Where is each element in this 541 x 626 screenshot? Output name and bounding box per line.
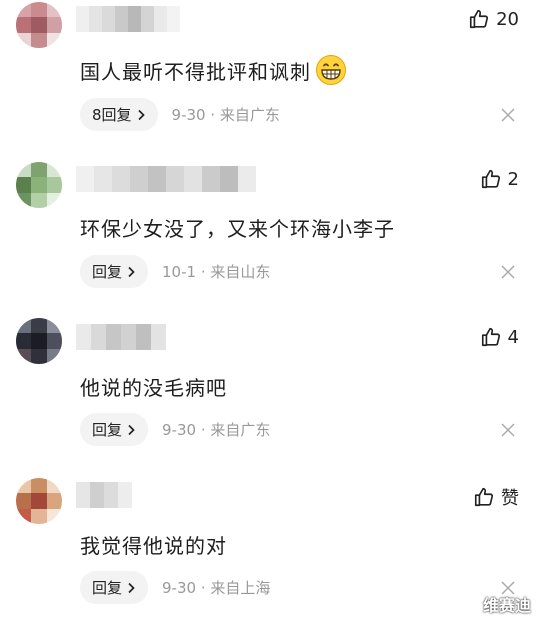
comment-location: 来自上海: [210, 579, 271, 597]
comment-meta: 回复 9-30 · 来自广东: [80, 413, 270, 446]
comment-text: 国人最听不得批评和讽刺: [80, 53, 347, 87]
username-blurred[interactable]: [76, 324, 166, 350]
like-count: 20: [496, 8, 519, 30]
comment-text: 环保少女没了，又来个环海小李子: [80, 216, 395, 241]
close-icon[interactable]: [501, 423, 515, 437]
comment-item: 2 环保少女没了，又来个环海小李子 回复 10-1 · 来自山东: [0, 150, 541, 308]
like-button[interactable]: 2: [480, 168, 519, 190]
thumbs-up-icon: [481, 327, 500, 347]
reply-button[interactable]: 回复: [80, 413, 149, 446]
comment-item: 4 他说的没毛病吧 回复 9-30 · 来自广东: [0, 308, 541, 466]
username-blurred[interactable]: [76, 482, 132, 508]
comment-meta: 8回复 9-30 · 来自广东: [80, 98, 280, 131]
reply-button[interactable]: 回复: [80, 255, 149, 288]
watermark: 维赛迪: [482, 596, 531, 615]
comment-location: 来自广东: [219, 106, 280, 124]
thumbs-up-icon: [470, 9, 489, 29]
chevron-right-icon: [128, 424, 135, 435]
like-count: 4: [507, 326, 519, 348]
like-label: 赞: [501, 488, 519, 509]
close-icon[interactable]: [501, 108, 515, 122]
avatar[interactable]: [16, 162, 62, 208]
comment-location: 来自山东: [210, 263, 271, 281]
chevron-right-icon: [128, 582, 135, 593]
thumbs-up-icon: [474, 487, 494, 507]
reply-button[interactable]: 8回复: [80, 98, 158, 131]
like-button[interactable]: 赞: [473, 484, 519, 510]
comment-meta: 回复 9-30 · 来自上海: [80, 571, 270, 604]
thumbs-up-icon: [481, 169, 500, 189]
comment-date: 10-1: [162, 263, 197, 281]
grinning-face-emoji: [316, 55, 346, 85]
like-button[interactable]: 20: [468, 8, 519, 30]
chevron-right-icon: [137, 109, 145, 120]
close-icon[interactable]: [501, 265, 515, 279]
comment-date: 9-30: [162, 421, 197, 439]
reply-button[interactable]: 回复: [80, 571, 149, 604]
comment-date: 9-30: [171, 106, 206, 124]
avatar[interactable]: [16, 318, 62, 364]
comment-date: 9-30: [162, 579, 197, 597]
comment-location: 来自广东: [210, 421, 271, 439]
like-count: 2: [507, 168, 519, 190]
like-button[interactable]: 4: [480, 326, 519, 348]
chevron-right-icon: [128, 266, 135, 277]
avatar[interactable]: [16, 2, 62, 48]
comment-text: 我觉得他说的对: [80, 533, 227, 558]
avatar[interactable]: [16, 478, 62, 524]
comment-meta: 回复 10-1 · 来自山东: [80, 255, 270, 288]
username-blurred[interactable]: [76, 6, 180, 32]
comment-item: 20 国人最听不得批评和讽刺 8回复 9-30 · 来自广东: [0, 0, 541, 150]
comment-text: 他说的没毛病吧: [80, 375, 227, 400]
username-blurred[interactable]: [76, 166, 256, 192]
comment-item: 赞 我觉得他说的对 回复 9-30 · 来自上海: [0, 466, 541, 626]
